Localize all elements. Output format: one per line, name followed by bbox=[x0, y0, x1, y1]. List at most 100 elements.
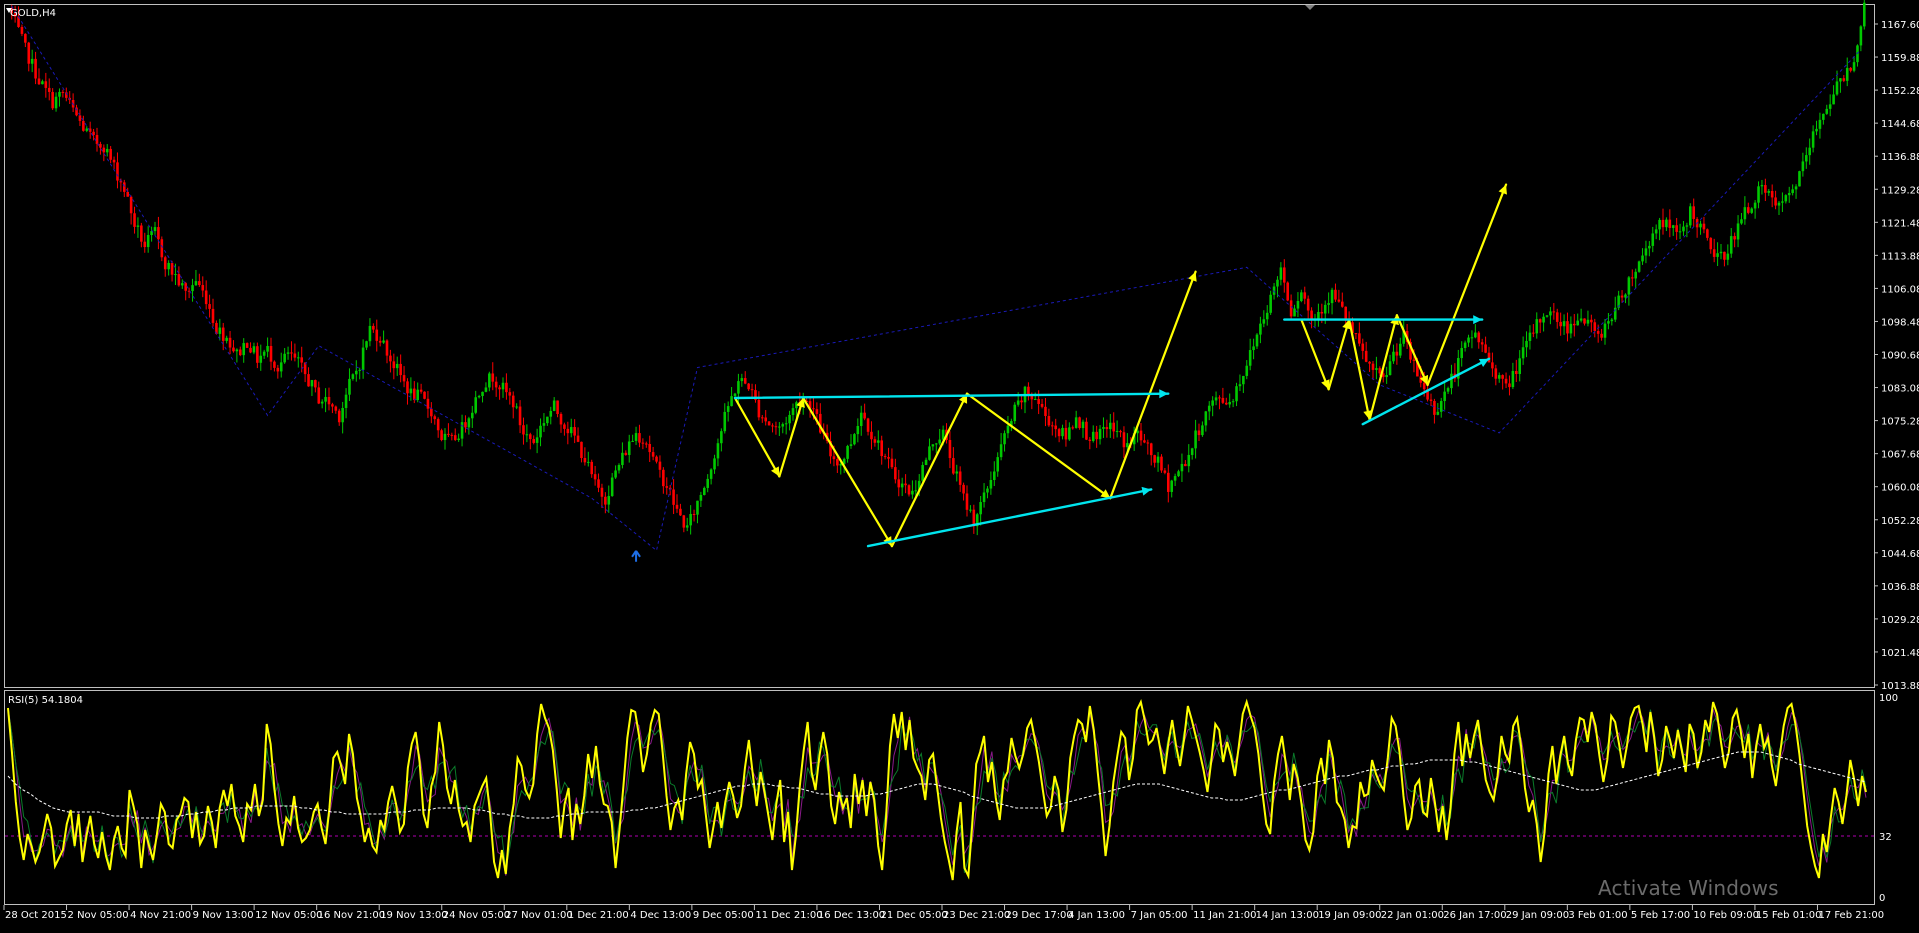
candle-body bbox=[1576, 320, 1580, 326]
candle-body bbox=[1197, 430, 1201, 436]
candle-body bbox=[1811, 131, 1815, 148]
candle-body bbox=[1678, 231, 1682, 233]
candle-body bbox=[955, 471, 959, 474]
candle-body bbox=[474, 397, 478, 413]
candle-body bbox=[385, 340, 389, 356]
candle-body bbox=[116, 162, 119, 181]
candle-body bbox=[1221, 397, 1225, 403]
candle-body bbox=[484, 387, 488, 392]
candle-body bbox=[105, 148, 109, 153]
candle-body bbox=[208, 304, 211, 309]
candle-body bbox=[689, 513, 692, 526]
time-tick-label: 4 Nov 21:00 bbox=[130, 910, 191, 921]
candle-body bbox=[269, 346, 273, 362]
time-tick-label: 16 Nov 21:00 bbox=[318, 910, 385, 921]
candle-body bbox=[201, 285, 205, 291]
candle-body bbox=[1289, 300, 1293, 317]
candle-body bbox=[737, 381, 740, 394]
candle-body bbox=[1637, 261, 1641, 272]
time-tick-label: 19 Jan 09:00 bbox=[1318, 910, 1381, 921]
candle-body bbox=[1658, 219, 1661, 230]
candle-body bbox=[778, 426, 781, 428]
candle-body bbox=[1446, 388, 1450, 392]
candle-body bbox=[1166, 472, 1170, 492]
candle-body bbox=[576, 435, 580, 442]
candle-body bbox=[760, 417, 764, 419]
candle-body bbox=[532, 439, 536, 443]
candle-body bbox=[464, 422, 467, 428]
candle-body bbox=[617, 465, 621, 471]
candle-body bbox=[1163, 470, 1167, 473]
candle-body bbox=[515, 406, 518, 408]
candle-body bbox=[184, 283, 188, 291]
candle-body bbox=[204, 290, 208, 305]
candle-body bbox=[1122, 432, 1126, 448]
candle-body bbox=[518, 406, 522, 426]
candle-body bbox=[832, 456, 836, 460]
candle-body bbox=[443, 433, 447, 441]
candle-body bbox=[460, 422, 464, 439]
activate-windows-watermark: Activate Windows bbox=[1598, 876, 1779, 900]
candle-body bbox=[1368, 361, 1371, 364]
candle-body bbox=[757, 399, 761, 418]
candle-body bbox=[1719, 251, 1723, 254]
candle-body bbox=[1177, 471, 1180, 477]
candle-body bbox=[1487, 352, 1491, 363]
candle-body bbox=[907, 485, 911, 495]
candle-body bbox=[1535, 319, 1539, 334]
candle-body bbox=[1422, 382, 1426, 390]
candle-body bbox=[337, 410, 341, 423]
candle-body bbox=[1224, 402, 1228, 405]
price-tick-label: 1029.28 bbox=[1881, 615, 1919, 626]
candle-body bbox=[631, 440, 634, 442]
candle-body bbox=[453, 435, 457, 440]
candle-body bbox=[447, 433, 450, 435]
candle-body bbox=[726, 406, 730, 412]
gold-h4-chart[interactable]: 1167.60 1159.88 1152.28 1144.68 1136.88 1129.… bbox=[0, 0, 1919, 929]
time-tick-label: 29 Jan 09:00 bbox=[1506, 910, 1569, 921]
candle-body bbox=[34, 58, 37, 79]
price-tick-label: 1036.88 bbox=[1881, 582, 1919, 593]
candle-body bbox=[1781, 201, 1784, 203]
candle-body bbox=[266, 346, 269, 352]
candle-body bbox=[870, 431, 873, 440]
candle-body bbox=[1282, 267, 1286, 283]
candle-body bbox=[375, 329, 379, 341]
time-tick-label: 21 Dec 05:00 bbox=[880, 910, 947, 921]
candle-body bbox=[450, 434, 454, 436]
candle-body bbox=[563, 424, 566, 429]
candle-body bbox=[198, 281, 201, 286]
candle-body bbox=[361, 347, 365, 370]
candle-body bbox=[1265, 312, 1269, 320]
candle-body bbox=[1006, 425, 1010, 434]
candle-body bbox=[221, 327, 225, 341]
candle-body bbox=[327, 396, 331, 405]
candle-body bbox=[750, 389, 754, 391]
candle-body bbox=[177, 274, 181, 286]
price-axis: 1167.60 1159.88 1152.28 1144.68 1136.88 1129.… bbox=[1874, 20, 1919, 692]
candle-body bbox=[1276, 279, 1279, 287]
candle-body bbox=[1832, 94, 1835, 105]
candle-body bbox=[1303, 292, 1307, 299]
candle-body bbox=[1054, 425, 1058, 430]
candle-body bbox=[1596, 331, 1600, 334]
candle-body bbox=[1115, 430, 1119, 432]
candle-body bbox=[1102, 427, 1105, 429]
price-tick-label: 1090.68 bbox=[1881, 351, 1919, 362]
time-tick-label: 12 Nov 05:00 bbox=[255, 910, 322, 921]
candle-body bbox=[1149, 443, 1153, 456]
candle-body bbox=[1740, 219, 1743, 224]
candle-body bbox=[771, 425, 774, 427]
candle-body bbox=[1088, 439, 1092, 441]
candle-body bbox=[1603, 323, 1607, 338]
candle-body bbox=[1262, 319, 1266, 324]
candle-body bbox=[542, 423, 546, 426]
candle-body bbox=[92, 131, 95, 136]
time-tick-label: 11 Jan 21:00 bbox=[1193, 910, 1256, 921]
candle-body bbox=[1791, 189, 1794, 194]
candle-body bbox=[1184, 463, 1187, 467]
candle-body bbox=[1675, 225, 1678, 232]
candle-body bbox=[167, 262, 170, 270]
candle-body bbox=[1497, 375, 1501, 379]
candle-body bbox=[1286, 282, 1290, 301]
